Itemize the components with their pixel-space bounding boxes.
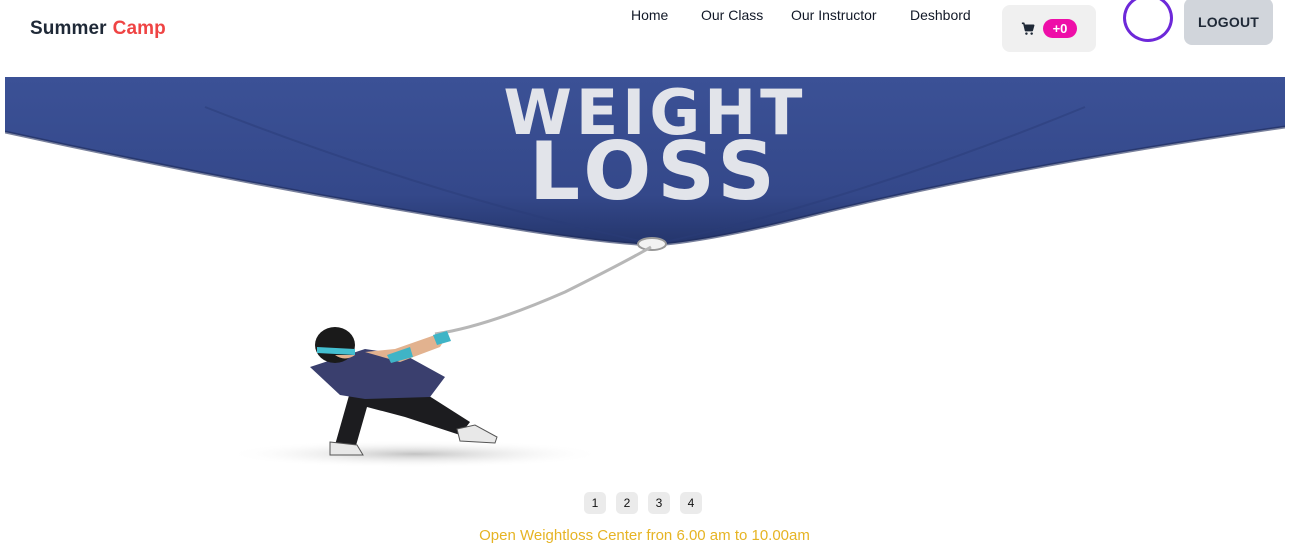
man-pulling-rope-figure [310, 327, 498, 456]
carousel-page-2-button[interactable]: 2 [616, 492, 638, 514]
nav-link-dashboard[interactable]: Deshbord [910, 7, 971, 23]
brand-first-word: Summer [30, 18, 107, 39]
carousel-page-4-button[interactable]: 4 [680, 492, 702, 514]
carousel-page-1-button[interactable]: 1 [584, 492, 606, 514]
banner-word-loss: LOSS [529, 125, 781, 218]
cart-icon [1021, 22, 1035, 35]
nav-link-home[interactable]: Home [631, 7, 668, 23]
brand-second-word: Camp [112, 18, 166, 39]
carousel-page-3-button[interactable]: 3 [648, 492, 670, 514]
user-avatar[interactable] [1123, 0, 1173, 42]
logout-button[interactable]: LOGOUT [1184, 0, 1273, 45]
weight-loss-banner-illustration: WEIGHT LOSS [5, 77, 1285, 468]
hero-caption: Open Weightloss Center fron 6.00 am to 1… [479, 527, 810, 544]
cart-button[interactable]: +0 [1002, 5, 1096, 52]
nav-link-our-class[interactable]: Our Class [701, 7, 763, 23]
brand-logo[interactable]: Summer Camp [30, 18, 166, 40]
carousel-pagination: 1 2 3 4 [584, 492, 702, 514]
cart-count-badge: +0 [1042, 19, 1078, 38]
hero-banner-image: WEIGHT LOSS [5, 77, 1285, 477]
nav-link-our-instructor[interactable]: Our Instructor [791, 7, 877, 23]
